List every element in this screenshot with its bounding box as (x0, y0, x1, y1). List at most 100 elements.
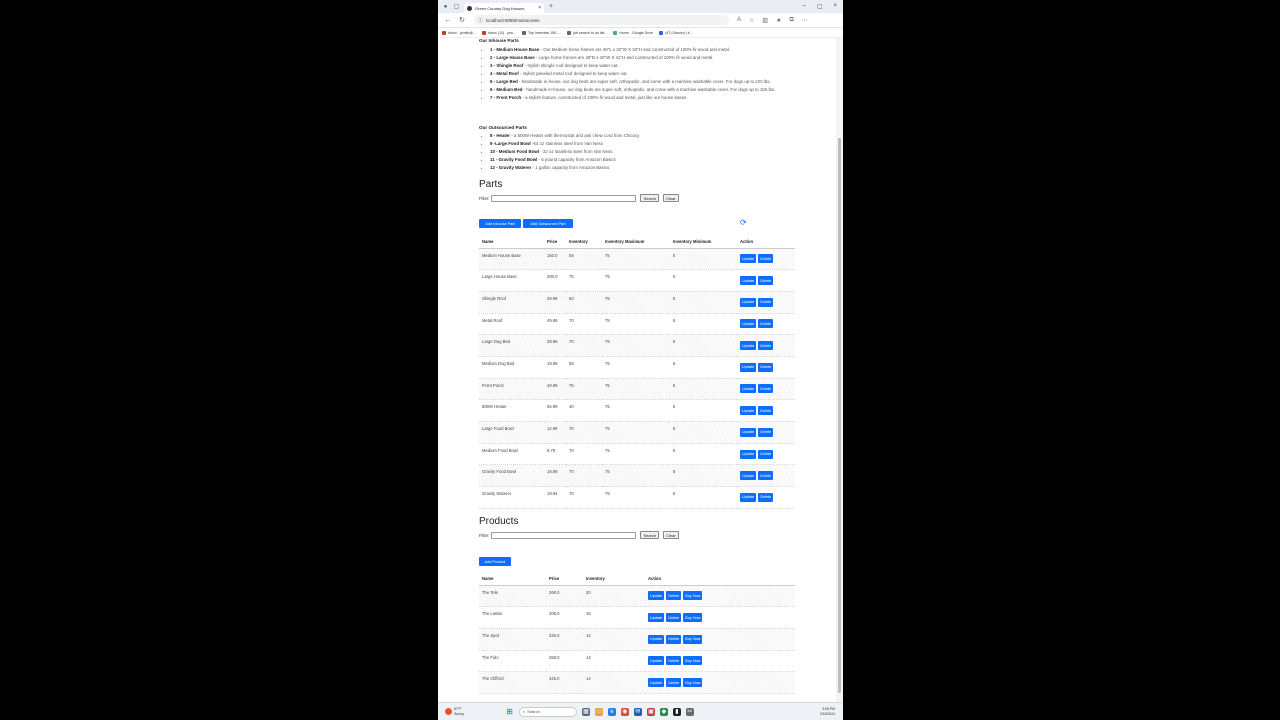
products-clear-button[interactable]: Clear (663, 531, 679, 539)
delete-part-button[interactable]: Delete (758, 341, 774, 351)
delete-part-button[interactable]: Delete (758, 254, 774, 264)
add-inhouse-part-button[interactable]: Add Inhouse Part (479, 219, 521, 228)
buy-now-button[interactable]: Buy Now (683, 678, 703, 688)
products-search-button[interactable]: Search (640, 531, 660, 539)
add-product-button[interactable]: Add Product (479, 557, 511, 566)
delete-part-button[interactable]: Delete (758, 427, 774, 437)
table-cell: 5 (670, 356, 737, 379)
favorites-bar-icon[interactable]: ★ (776, 17, 781, 24)
update-part-button[interactable]: Update (740, 276, 757, 286)
update-product-button[interactable]: Update (648, 678, 665, 688)
column-header: Inventory (566, 236, 602, 249)
update-product-button[interactable]: Update (648, 656, 665, 666)
delete-part-button[interactable]: Delete (758, 471, 774, 481)
new-tab-icon[interactable]: + (549, 3, 553, 10)
task-view-icon[interactable]: ▦ (581, 707, 590, 716)
snipping-tool-icon[interactable]: ✂ (685, 707, 694, 716)
maximize-icon[interactable]: ▢ (817, 3, 823, 10)
update-part-button[interactable]: Update (740, 471, 757, 481)
table-cell: 150.0 (544, 248, 566, 271)
chrome-icon[interactable]: ◉ (620, 707, 629, 716)
edge-icon[interactable]: e (607, 707, 616, 716)
delete-part-button[interactable]: Delete (758, 362, 774, 372)
table-cell: 70 (566, 464, 602, 488)
bookmark-item[interactable]: (47) Discord | #... (659, 30, 693, 35)
delete-part-button[interactable]: Delete (758, 276, 774, 286)
back-icon[interactable]: ← (444, 17, 452, 24)
bookmark-item[interactable]: Inbox (10) - jsm... (482, 30, 516, 35)
update-part-button[interactable]: Update (740, 449, 757, 459)
update-part-button[interactable]: Update (740, 492, 757, 502)
update-part-button[interactable]: Update (740, 362, 757, 372)
windows-start-icon[interactable]: ⊞ (506, 707, 513, 716)
delete-part-button[interactable]: Delete (758, 492, 774, 502)
update-part-button[interactable]: Update (740, 297, 757, 307)
update-part-button[interactable]: Update (740, 319, 757, 329)
parts-filter-input[interactable] (491, 194, 637, 202)
update-part-button[interactable]: Update (740, 254, 757, 264)
intellij-icon[interactable]: ▣ (646, 707, 655, 716)
delete-part-button[interactable]: Delete (758, 297, 774, 307)
delete-part-button[interactable]: Delete (758, 319, 774, 329)
minimize-icon[interactable]: – (802, 3, 805, 10)
bookmark-item[interactable]: Inbox - jsmith@... (442, 30, 476, 35)
parts-search-button[interactable]: Search (640, 194, 660, 202)
tab-actions-icon[interactable]: ▢ (453, 3, 460, 10)
table-cell: Large House Base (479, 269, 544, 292)
app-icon[interactable]: ◆ (659, 707, 668, 716)
add-outsourced-part-button[interactable]: Add Outsourced Part (523, 219, 573, 228)
delete-product-button[interactable]: Delete (666, 678, 682, 688)
weather-widget[interactable]: 67°F Sunny (445, 707, 464, 716)
delete-product-button[interactable]: Delete (666, 656, 682, 666)
parts-filter-row: Filter: Search Clear (479, 194, 679, 202)
collections-icon[interactable]: ⧉ (789, 17, 793, 24)
delete-part-button[interactable]: Delete (758, 406, 774, 416)
action-cell: Update Delete (737, 378, 795, 401)
bookmark-item[interactable]: job search to do list... (567, 30, 607, 35)
update-part-button[interactable]: Update (740, 406, 757, 416)
taskbar-search[interactable]: ⌕ Search (518, 706, 577, 717)
column-header: Inventory (583, 573, 645, 586)
close-window-icon[interactable]: × (833, 3, 837, 10)
file-explorer-icon[interactable]: ▭ (594, 707, 603, 716)
translate-icon[interactable]: A (737, 17, 741, 24)
delete-product-button[interactable]: Delete (666, 613, 682, 623)
bookmark-item[interactable]: Top Interview 150 -... (521, 30, 561, 35)
buy-now-button[interactable]: Buy Now (683, 591, 703, 601)
table-cell: 5 (670, 378, 737, 401)
refresh-icon[interactable]: ↻ (458, 16, 466, 24)
buy-now-button[interactable]: Buy Now (683, 613, 703, 623)
more-icon[interactable]: ⋯ (802, 17, 808, 24)
info-icon[interactable]: ⓘ (478, 17, 483, 24)
update-product-button[interactable]: Update (648, 613, 665, 623)
table-cell: 75 (602, 334, 670, 357)
update-product-button[interactable]: Update (648, 591, 665, 601)
buy-now-button[interactable]: Buy Now (683, 634, 703, 644)
update-part-button[interactable]: Update (740, 341, 757, 351)
favorite-icon[interactable]: ☆ (749, 17, 754, 24)
bookmark-item[interactable]: Home - Google Drive (613, 30, 653, 35)
products-filter-input[interactable] (491, 531, 637, 539)
outlook-icon[interactable]: ✉ (633, 707, 642, 716)
delete-part-button[interactable]: Delete (758, 384, 774, 394)
update-part-button[interactable]: Update (740, 427, 757, 437)
delete-part-button[interactable]: Delete (758, 449, 774, 459)
close-tab-icon[interactable]: × (538, 5, 541, 11)
table-cell: The Lassie (479, 606, 546, 629)
scrollbar-thumb[interactable] (838, 138, 841, 693)
table-cell: Medium House Base (479, 248, 544, 271)
buy-now-button[interactable]: Buy Now (683, 656, 703, 666)
delete-product-button[interactable]: Delete (666, 634, 682, 644)
terminal-icon[interactable]: ▮ (672, 707, 681, 716)
profile-icon[interactable]: ● (442, 3, 449, 10)
page-scrollbar[interactable] (836, 38, 843, 702)
table-cell: 425.0 (546, 671, 583, 694)
update-product-button[interactable]: Update (648, 634, 665, 644)
url-input[interactable]: ⓘ localhost:8080/mainscreen (474, 15, 729, 25)
clock[interactable]: 3:08 PM 2/16/2024 (820, 707, 835, 716)
delete-product-button[interactable]: Delete (666, 591, 682, 601)
active-tab[interactable]: Green Country Dog Houses × (464, 3, 544, 13)
split-screen-icon[interactable]: ▥ (762, 17, 768, 24)
parts-clear-button[interactable]: Clear (663, 194, 679, 202)
update-part-button[interactable]: Update (740, 384, 757, 394)
